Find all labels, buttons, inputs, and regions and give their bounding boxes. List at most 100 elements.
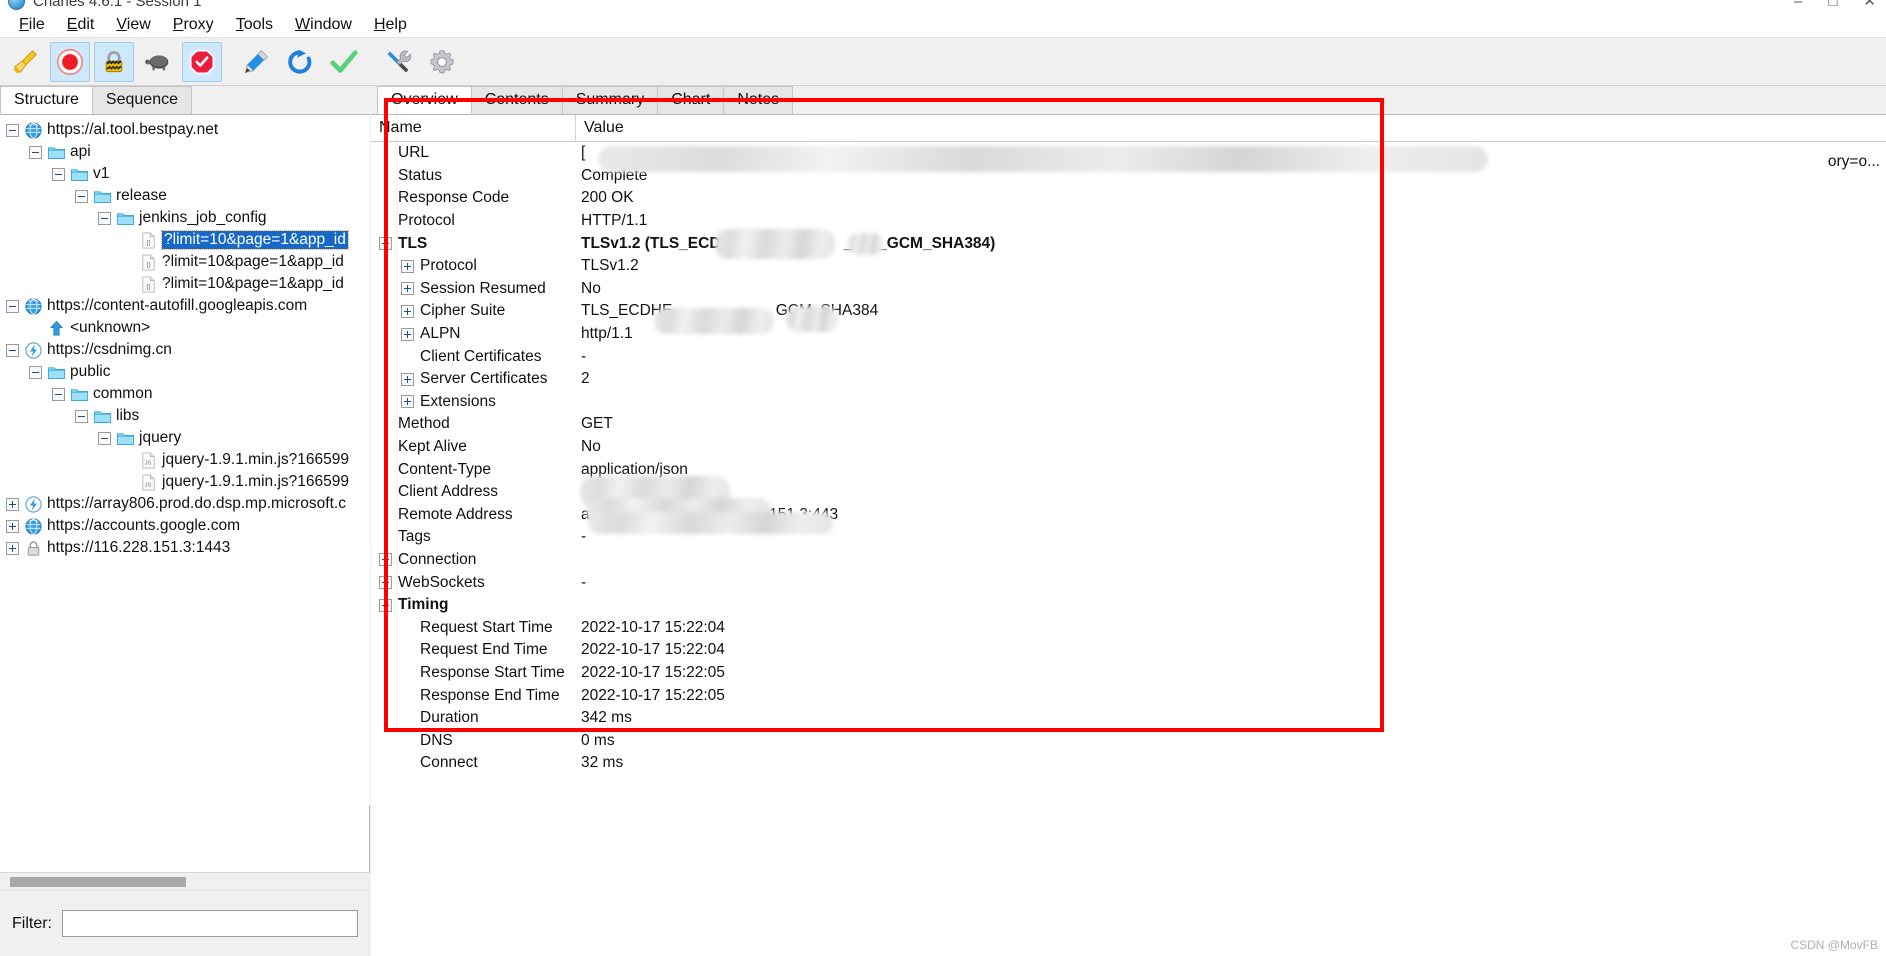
tab-overview[interactable]: Overview [377,86,472,114]
expand-node-icon[interactable] [6,541,19,555]
maximize-button[interactable]: □ [1828,0,1837,10]
tree-node[interactable]: release [0,185,370,207]
property-row[interactable]: Connect 32 ms [371,752,1886,775]
tree-node[interactable]: v1 [0,163,370,185]
menu-edit[interactable]: Edit [56,15,106,36]
collapse-node-icon[interactable] [52,387,65,401]
tree-node[interactable]: {} ?limit=10&page=1&app_id [0,273,370,295]
tree-node[interactable]: {} ?limit=10&page=1&app_id [0,229,370,251]
close-button[interactable]: ✕ [1863,0,1876,10]
property-row[interactable]: Request Start Time 2022-10-17 15:22:04 [371,616,1886,639]
column-header-name[interactable]: Name [371,114,576,142]
property-row[interactable]: Protocol HTTP/1.1 [371,210,1886,233]
tab-contents[interactable]: Contents [470,86,563,114]
tree-node[interactable]: api [0,141,370,163]
property-row[interactable]: Connection [371,549,1886,572]
expand-node-icon[interactable] [6,519,19,533]
expand-row-icon[interactable] [401,327,414,341]
property-row[interactable]: Extensions [371,391,1886,414]
tools-wrench-icon[interactable] [378,42,418,82]
property-row[interactable]: Response End Time 2022-10-17 15:22:05 [371,684,1886,707]
collapse-node-icon[interactable] [29,145,42,159]
tree-node[interactable]: https://content-autofill.googleapis.com [0,295,370,317]
tree-node[interactable]: jquery [0,427,370,449]
property-row[interactable]: TLS TLSv1.2 (TLS_ECDH _256_GCM_SHA384) [371,232,1886,255]
collapse-node-icon[interactable] [98,431,111,445]
record-icon[interactable] [50,41,90,82]
tree-node[interactable]: JS jquery-1.9.1.min.js?166599 [0,449,370,471]
menu-view[interactable]: View [105,15,161,36]
stop-breakpoint-icon[interactable] [182,41,222,82]
tree-node[interactable]: jenkins_job_config [0,207,370,229]
tab-sequence[interactable]: Sequence [91,86,192,114]
tree-node[interactable]: https://csdnimg.cn [0,339,370,361]
property-row[interactable]: Tags - [371,526,1886,549]
tree-horizontal-scrollbar[interactable] [0,872,370,890]
collapse-node-icon[interactable] [6,123,19,137]
property-row[interactable]: Request End Time 2022-10-17 15:22:04 [371,639,1886,662]
collapse-node-icon[interactable] [6,299,19,313]
session-tree[interactable]: https://al.tool.bestpay.net api v1 release j… [0,115,370,805]
collapse-node-icon[interactable] [29,365,42,379]
overview-property-table[interactable]: URL [Status Complete Response Code 200 OK Pro… [371,142,1886,956]
menu-proxy[interactable]: Proxy [162,15,225,36]
property-row[interactable]: Response Code 200 OK [371,187,1886,210]
tab-summary[interactable]: Summary [561,86,659,114]
property-row[interactable]: Method GET [371,413,1886,436]
property-row[interactable]: Duration 342 ms [371,707,1886,730]
expand-row-icon[interactable] [401,259,414,273]
tree-node[interactable]: https://116.228.151.3:1443 [0,537,370,559]
property-row[interactable]: DNS 0 ms [371,729,1886,752]
property-row[interactable]: Timing [371,594,1886,617]
tab-notes[interactable]: Notes [723,86,794,114]
property-row[interactable]: WebSockets - [371,571,1886,594]
menu-help[interactable]: Help [363,15,418,36]
tree-node[interactable]: {} ?limit=10&page=1&app_id [0,251,370,273]
tab-chart[interactable]: Chart [657,86,725,114]
expand-row-icon[interactable] [401,372,414,386]
tree-node[interactable]: https://al.tool.bestpay.net [0,119,370,141]
tree-node[interactable]: common [0,383,370,405]
expand-row-icon[interactable] [401,282,414,296]
scrollbar-thumb[interactable] [10,877,186,887]
property-row[interactable]: Client Address [371,481,1886,504]
tree-node[interactable]: <unknown> [0,317,370,339]
property-row[interactable]: ALPN http/1.1 [371,323,1886,346]
menu-file[interactable]: File [8,15,56,36]
collapse-node-icon[interactable] [6,343,19,357]
property-row[interactable]: Kept Alive No [371,436,1886,459]
compose-pen-icon[interactable] [236,42,276,82]
expand-row-icon[interactable] [379,553,392,567]
property-row[interactable]: Client Certificates - [371,345,1886,368]
tab-structure[interactable]: Structure [0,86,93,114]
tree-node[interactable]: https://array806.prod.do.dsp.mp.microsof… [0,493,370,515]
tree-node[interactable]: public [0,361,370,383]
validate-check-icon[interactable] [324,42,364,82]
property-row[interactable]: Cipher Suite TLS_ECDHE_ GCM_SHA384 [371,300,1886,323]
property-row[interactable]: Protocol TLSv1.2 [371,255,1886,278]
filter-input[interactable] [62,910,358,937]
property-row[interactable]: URL [ [371,142,1886,165]
expand-row-icon[interactable] [379,237,392,251]
column-header-value[interactable]: Value [576,115,1886,142]
turtle-throttle-icon[interactable] [138,42,178,82]
expand-node-icon[interactable] [6,497,19,511]
property-row[interactable]: Session Resumed No [371,278,1886,301]
settings-gear-icon[interactable] [422,42,462,82]
property-row[interactable]: Server Certificates 2 [371,368,1886,391]
minimize-button[interactable]: – [1794,0,1802,10]
tree-node[interactable]: JS jquery-1.9.1.min.js?166599 [0,471,370,493]
expand-row-icon[interactable] [379,576,392,590]
collapse-node-icon[interactable] [75,409,88,423]
ssl-lock-icon[interactable] [94,41,134,82]
menu-window[interactable]: Window [284,15,363,36]
tree-node[interactable]: https://accounts.google.com [0,515,370,537]
property-row[interactable]: Remote Address al.tool.bestpay.net/116.22… [371,504,1886,527]
tree-node[interactable]: libs [0,405,370,427]
menu-tools[interactable]: Tools [225,15,284,36]
collapse-node-icon[interactable] [75,189,88,203]
property-row[interactable]: Response Start Time 2022-10-17 15:22:05 [371,662,1886,685]
collapse-node-icon[interactable] [52,167,65,181]
broom-clear-icon[interactable] [6,42,46,82]
expand-row-icon[interactable] [401,304,414,318]
